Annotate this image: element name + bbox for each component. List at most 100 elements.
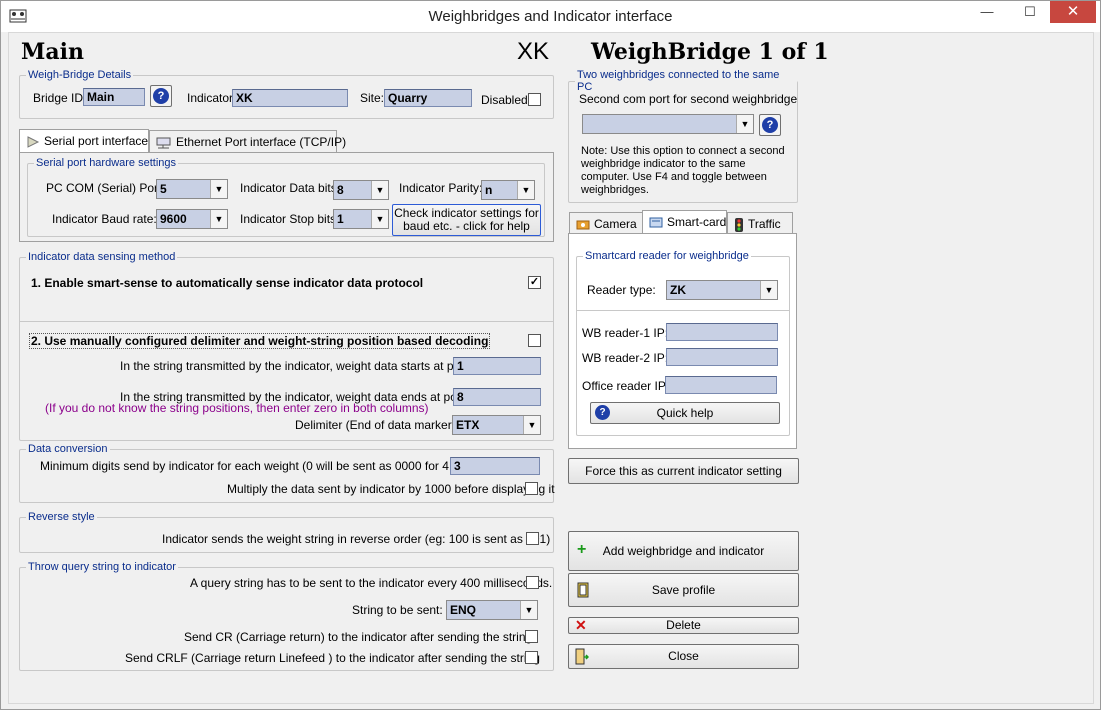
group-legend: Weigh-Bridge Details (28, 69, 132, 81)
com-port-label: PC COM (Serial) Port: (46, 181, 165, 195)
com-port-value: 5 (160, 182, 167, 196)
data-bits-value: 8 (337, 183, 344, 197)
query-string-label: String to be sent: (352, 603, 443, 617)
disabled-checkbox[interactable] (528, 93, 541, 106)
chevron-down-icon: ▼ (523, 416, 540, 434)
reader-type-select[interactable]: ZK ▼ (666, 280, 778, 300)
reader-type-label: Reader type: (587, 283, 656, 297)
close-window-button[interactable]: ✕ (1050, 1, 1096, 23)
query-string-value: ENQ (450, 603, 477, 617)
office-ip-label: Office reader IP: (582, 379, 670, 393)
maximize-button[interactable]: ☐ (1015, 1, 1045, 23)
tab-camera[interactable]: Camera (569, 212, 643, 234)
save-profile-label: Save profile (651, 583, 716, 597)
multiply-label: Multiply the data sent by indicator by 1… (227, 482, 555, 496)
delimiter-label: Delimiter (End of data marker): (295, 418, 460, 432)
stop-bits-select[interactable]: 1 ▼ (333, 209, 389, 229)
reader2-ip-label: WB reader-2 IP: (582, 351, 669, 365)
close-button[interactable]: Close (568, 644, 799, 669)
start-position-label: In the string transmitted by the indicat… (120, 359, 489, 373)
reader1-ip-input[interactable] (666, 323, 778, 341)
stop-bits-label: Indicator Stop bits: (240, 212, 340, 226)
manual-decoding-checkbox[interactable] (528, 334, 541, 347)
indicator-label: Indicator (187, 91, 234, 105)
start-position-input[interactable]: 1 (453, 357, 541, 375)
help-icon: ? (153, 88, 169, 104)
query-string-select[interactable]: ENQ ▼ (446, 600, 538, 620)
second-com-label: Second com port for second weighbridge (579, 92, 798, 106)
send-crlf-checkbox[interactable] (525, 651, 538, 664)
window-title: Weighbridges and Indicator interface (428, 8, 673, 25)
quick-help-button[interactable]: ? Quick help (590, 402, 780, 424)
add-weighbridge-label: Add weighbridge and indicator (602, 544, 765, 558)
plus-icon: + (577, 541, 587, 558)
reader2-ip-input[interactable] (666, 348, 778, 366)
indicator-title: XK (517, 38, 550, 65)
delimiter-select[interactable]: ETX ▼ (452, 415, 541, 435)
send-crlf-label: Send CRLF (Carriage return Linefeed ) to… (125, 651, 540, 665)
tab-ethernet[interactable]: Ethernet Port interface (TCP/IP) (149, 130, 346, 152)
tab-smartcard-label: Smart-card (667, 215, 727, 229)
min-digits-input[interactable]: 3 (450, 457, 540, 475)
min-digits-label: Minimum digits send by indicator for eac… (40, 459, 485, 473)
group-legend: Serial port hardware settings (36, 157, 177, 169)
indicator-input[interactable]: XK (232, 89, 348, 107)
delimiter-value: ETX (456, 418, 480, 432)
tab-smartcard[interactable]: Smart-card (642, 210, 727, 234)
data-bits-select[interactable]: 8 ▼ (333, 180, 389, 200)
chevron-down-icon: ▼ (371, 181, 388, 199)
chevron-down-icon: ▼ (210, 210, 227, 228)
second-com-note: Note: Use this option to connect a secon… (581, 145, 785, 196)
multiply-checkbox[interactable] (525, 482, 538, 495)
send-cr-label: Send CR (Carriage return) to the indicat… (184, 630, 533, 644)
bridge-id-label: Bridge ID (33, 91, 84, 105)
help-icon: ? (762, 117, 778, 133)
end-position-input[interactable]: 8 (453, 388, 541, 406)
divider (576, 310, 790, 311)
title-bar: Weighbridges and Indicator interface — ☐… (1, 1, 1100, 32)
tab-traffic[interactable]: Traffic (727, 212, 793, 234)
minimize-button[interactable]: — (972, 1, 1002, 23)
com-port-select[interactable]: 5 ▼ (156, 179, 228, 199)
baud-select[interactable]: 9600 ▼ (156, 209, 228, 229)
group-legend: Indicator data sensing method (28, 251, 176, 263)
group-legend: Reverse style (28, 511, 95, 523)
smart-sense-label: 1. Enable smart-sense to automatically s… (31, 276, 424, 290)
site-label: Site: (360, 91, 385, 105)
tab-ethernet-label: Ethernet Port interface (TCP/IP) (176, 135, 347, 149)
smartcard-icon (649, 217, 663, 228)
tab-serial[interactable]: Serial port interface (19, 129, 149, 153)
parity-select[interactable]: n ▼ (481, 180, 535, 200)
button-line-2: baud etc. - click for help (403, 219, 530, 233)
reverse-checkbox[interactable] (526, 532, 539, 545)
quick-help-label: Quick help (656, 406, 714, 420)
tab-traffic-label: Traffic (748, 217, 781, 231)
chevron-down-icon: ▼ (736, 115, 753, 133)
save-profile-button[interactable]: Save profile (568, 573, 799, 607)
chevron-down-icon: ▼ (760, 281, 777, 299)
smart-sense-checkbox[interactable]: ✓ (528, 276, 541, 289)
send-cr-checkbox[interactable] (525, 630, 538, 643)
chevron-down-icon: ▼ (520, 601, 537, 619)
close-label: Close (668, 649, 699, 663)
help-button[interactable]: ? (759, 114, 781, 136)
delete-button[interactable]: ✕ Delete (568, 617, 799, 634)
site-input[interactable]: Quarry (384, 89, 472, 107)
stop-bits-value: 1 (337, 212, 344, 226)
traffic-light-icon (735, 217, 743, 232)
add-weighbridge-button[interactable]: + Add weighbridge and indicator (568, 531, 799, 571)
help-button[interactable]: ? (150, 85, 172, 107)
query-every-checkbox[interactable] (526, 576, 539, 589)
office-ip-input[interactable] (665, 376, 777, 394)
parity-label: Indicator Parity: (399, 181, 483, 195)
delete-label: Delete (666, 618, 701, 632)
check-indicator-button[interactable]: Check indicator settings for baud etc. - … (392, 204, 541, 236)
client-area: Main XK WeighBridge 1 of 1 Weigh-Bridge … (8, 32, 1094, 704)
bridge-id-input[interactable]: Main (83, 88, 145, 106)
app-window: Weighbridges and Indicator interface — ☐… (0, 0, 1101, 710)
force-setting-button[interactable]: Force this as current indicator setting (568, 458, 799, 484)
serial-port-icon (27, 136, 40, 148)
second-com-select[interactable]: ▼ (582, 114, 754, 134)
data-bits-label: Indicator Data bits: (240, 181, 341, 195)
reader1-ip-label: WB reader-1 IP: (582, 326, 669, 340)
